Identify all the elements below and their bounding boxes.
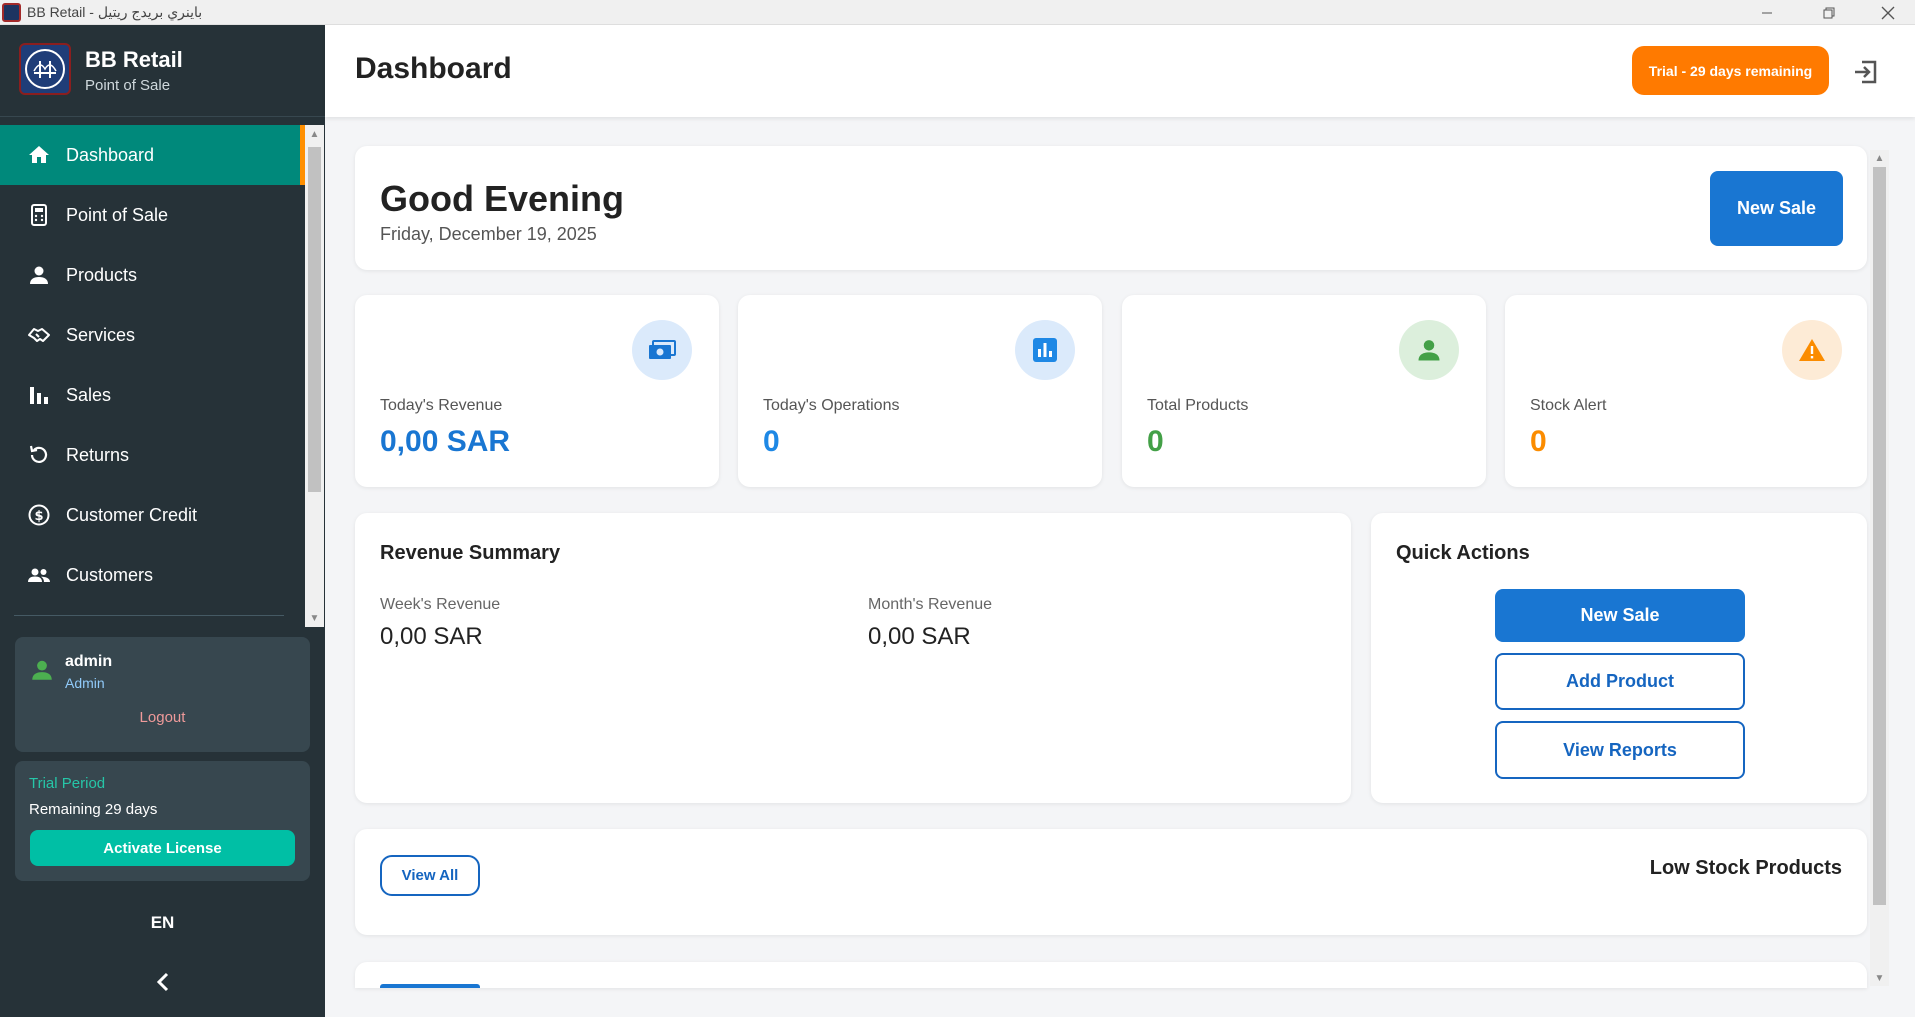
trial-title: Trial Period bbox=[29, 775, 106, 792]
stat-card-products: Total Products 0 bbox=[1122, 295, 1486, 487]
month-revenue-label: Month's Revenue bbox=[868, 596, 993, 613]
app-icon bbox=[2, 3, 21, 22]
activate-license-button[interactable]: Activate License bbox=[30, 830, 295, 866]
svg-text:$: $ bbox=[34, 509, 43, 524]
stat-label: Total Products bbox=[1147, 397, 1249, 414]
sidebar-item-label: Products bbox=[66, 264, 138, 285]
sidebar-item-customers[interactable]: Customers bbox=[0, 545, 305, 605]
sidebar-divider bbox=[14, 615, 284, 616]
trial-card: Trial Period Remaining 29 days Activate … bbox=[15, 761, 310, 881]
revenue-summary-title: Revenue Summary bbox=[380, 542, 561, 564]
brand-header: BB Retail Point of Sale bbox=[0, 25, 325, 117]
logo-icon bbox=[19, 43, 71, 95]
minimize-icon[interactable] bbox=[1742, 0, 1792, 25]
sidebar: BB Retail Point of Sale Dashboard Point … bbox=[0, 25, 325, 1017]
dollar-circle-icon: $ bbox=[26, 502, 52, 528]
stat-card-operations: Today's Operations 0 bbox=[738, 295, 1102, 487]
stat-label: Stock Alert bbox=[1530, 397, 1607, 414]
exit-icon[interactable] bbox=[1851, 57, 1881, 87]
sidebar-item-label: Customers bbox=[66, 564, 154, 585]
trial-remaining: Remaining 29 days bbox=[29, 801, 158, 818]
main-scrollbar[interactable]: ▲ ▼ bbox=[1870, 150, 1889, 986]
user-card: admin Admin Logout bbox=[15, 637, 310, 752]
sidebar-item-point-of-sale[interactable]: Point of Sale bbox=[0, 185, 305, 245]
brand-name: BB Retail bbox=[85, 47, 183, 72]
quick-actions-title: Quick Actions bbox=[1396, 542, 1530, 564]
bar-chart-icon bbox=[26, 382, 52, 408]
handshake-icon bbox=[26, 322, 52, 348]
quick-actions-card: Quick Actions New Sale Add Product View … bbox=[1371, 513, 1867, 803]
stat-card-revenue: Today's Revenue 0,00 SAR bbox=[355, 295, 719, 487]
partial-button bbox=[380, 984, 480, 988]
sidebar-item-products[interactable]: Products bbox=[0, 245, 305, 305]
person-icon bbox=[1399, 320, 1459, 380]
sidebar-item-services[interactable]: Services bbox=[0, 305, 305, 365]
week-revenue-value: 0,00 SAR bbox=[380, 623, 483, 650]
sidebar-item-label: Sales bbox=[66, 384, 112, 405]
scrollbar-thumb[interactable] bbox=[1873, 167, 1886, 905]
user-avatar-icon bbox=[29, 657, 55, 688]
person-icon bbox=[26, 262, 52, 288]
close-icon[interactable] bbox=[1863, 0, 1913, 25]
stat-card-stock-alert: Stock Alert 0 bbox=[1505, 295, 1867, 487]
view-reports-button[interactable]: View Reports bbox=[1495, 721, 1745, 779]
welcome-card: Good Evening Friday, December 19, 2025 N… bbox=[355, 146, 1867, 270]
home-icon bbox=[26, 142, 52, 168]
sidebar-item-label: Returns bbox=[66, 444, 130, 465]
sidebar-item-label: Dashboard bbox=[66, 144, 155, 165]
stat-label: Today's Operations bbox=[763, 397, 900, 414]
revenue-summary-card: Revenue Summary Week's Revenue 0,00 SAR … bbox=[355, 513, 1351, 803]
page-header: Dashboard Trial - 29 days remaining bbox=[325, 25, 1915, 117]
trial-badge[interactable]: Trial - 29 days remaining bbox=[1632, 46, 1829, 95]
user-name: admin bbox=[65, 653, 113, 670]
sidebar-nav: Dashboard Point of Sale Products Service… bbox=[0, 125, 305, 609]
undo-icon bbox=[26, 442, 52, 468]
sidebar-item-sales[interactable]: Sales bbox=[0, 365, 305, 425]
restore-icon[interactable] bbox=[1804, 0, 1854, 25]
sidebar-item-returns[interactable]: Returns bbox=[0, 425, 305, 485]
quick-new-sale-button[interactable]: New Sale bbox=[1495, 589, 1745, 642]
month-revenue-value: 0,00 SAR bbox=[868, 623, 971, 650]
greeting: Good Evening bbox=[380, 178, 625, 219]
stat-value: 0 bbox=[1530, 425, 1547, 458]
stat-value: 0,00 SAR bbox=[380, 425, 511, 458]
sidebar-item-dashboard[interactable]: Dashboard bbox=[0, 125, 305, 185]
page-title: Dashboard bbox=[355, 52, 512, 85]
window-title: BB Retail - باينري بريدج ريتيل bbox=[27, 4, 203, 20]
language-toggle[interactable]: EN bbox=[0, 913, 325, 933]
stat-value: 0 bbox=[1147, 425, 1164, 458]
warning-icon bbox=[1782, 320, 1842, 380]
people-icon bbox=[26, 562, 52, 588]
collapse-sidebar-icon[interactable] bbox=[148, 967, 178, 997]
sidebar-item-label: Services bbox=[66, 324, 136, 345]
low-stock-title: Low Stock Products bbox=[1649, 857, 1842, 879]
sidebar-item-label: Customer Credit bbox=[66, 504, 198, 525]
money-icon bbox=[632, 320, 692, 380]
stat-label: Today's Revenue bbox=[380, 397, 503, 414]
scrollbar-thumb[interactable] bbox=[308, 147, 321, 492]
bar-chart-icon bbox=[1015, 320, 1075, 380]
new-sale-button[interactable]: New Sale bbox=[1710, 171, 1843, 246]
low-stock-card: View All Low Stock Products bbox=[355, 829, 1867, 935]
week-revenue-label: Week's Revenue bbox=[380, 596, 501, 613]
partial-card bbox=[355, 962, 1867, 988]
add-product-button[interactable]: Add Product bbox=[1495, 653, 1745, 710]
sidebar-item-customer-credit[interactable]: $ Customer Credit bbox=[0, 485, 305, 545]
user-role: Admin bbox=[65, 675, 105, 691]
logout-button[interactable]: Logout bbox=[15, 709, 310, 726]
view-all-button[interactable]: View All bbox=[380, 855, 480, 896]
window-titlebar: BB Retail - باينري بريدج ريتيل bbox=[0, 0, 1915, 25]
sidebar-item-label: Point of Sale bbox=[66, 204, 169, 225]
current-date: Friday, December 19, 2025 bbox=[380, 224, 597, 244]
stat-value: 0 bbox=[763, 425, 780, 458]
brand-subtitle: Point of Sale bbox=[85, 77, 171, 94]
sidebar-scrollbar[interactable]: ▲ ▼ bbox=[305, 125, 324, 627]
calculator-icon bbox=[26, 202, 52, 228]
